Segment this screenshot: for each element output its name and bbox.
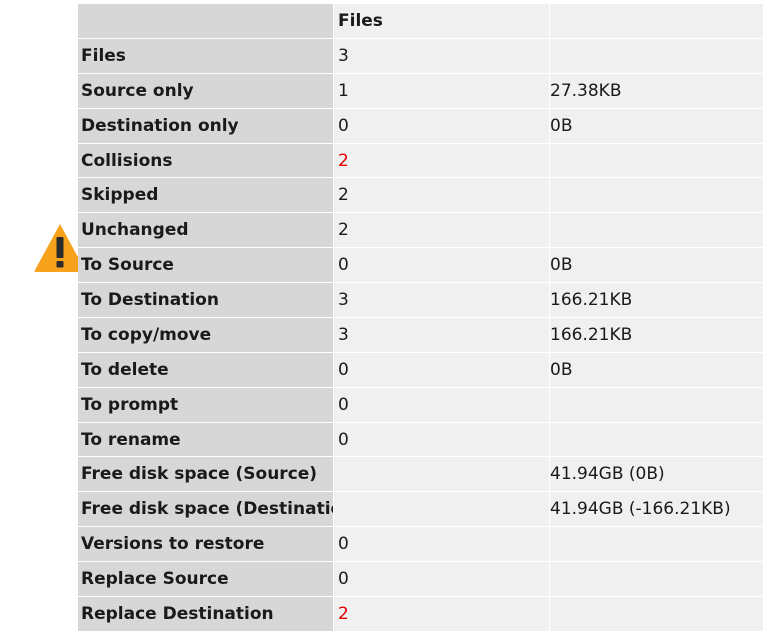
row-size-cell: 166.21KB	[550, 283, 764, 318]
row-size-cell	[550, 387, 764, 423]
table-row: Collisions 2	[78, 143, 764, 179]
row-count: 2	[334, 143, 550, 179]
table-row: To prompt 0	[78, 387, 764, 423]
row-label: Versions to restore	[78, 527, 334, 562]
row-size-cell: 27.38KB	[550, 73, 764, 109]
table-row: To Destination 3 166.21KB	[78, 283, 764, 318]
header-files-column[interactable]: Files	[334, 4, 550, 39]
row-label: Free disk space (Source)	[78, 457, 334, 493]
row-size-cell: 0B	[550, 352, 764, 388]
row-label: To rename	[78, 422, 334, 458]
row-size: 27.38KB	[550, 80, 622, 101]
row-size-cell	[550, 213, 764, 249]
table-row: Replace Destination 2	[78, 596, 764, 632]
row-count: 0	[334, 108, 550, 144]
row-count: 0	[334, 387, 550, 423]
table-row: Replace Source 0	[78, 562, 764, 597]
row-count: 0	[334, 352, 550, 388]
table-row: To copy/move 3 166.21KB	[78, 317, 764, 353]
row-count: 0	[334, 562, 550, 597]
row-count: 0	[334, 422, 550, 458]
row-label: Free disk space (Destinatic	[78, 492, 334, 528]
row-label: Replace Destination	[78, 596, 334, 632]
row-label: Source only	[78, 73, 334, 109]
row-size: 0B	[550, 359, 573, 380]
row-count: 2	[334, 178, 550, 214]
row-size-cell: 0B	[550, 248, 764, 283]
row-size: 0B	[550, 115, 573, 136]
row-label: Replace Source	[78, 562, 334, 597]
row-label: To prompt	[78, 387, 334, 423]
row-size-cell	[550, 562, 764, 597]
row-size-cell: 166.21KB	[550, 317, 764, 353]
row-label: Unchanged	[78, 213, 334, 249]
row-count: 2	[334, 213, 550, 249]
row-size-cell	[550, 527, 764, 562]
table-row: Unchanged 2	[78, 213, 764, 249]
row-size: 0B	[550, 255, 573, 276]
row-label: To delete	[78, 352, 334, 388]
row-count: 3	[334, 317, 550, 353]
statistics-grid: Files Files 3 Source only 1 27.38KB Destinati…	[78, 3, 764, 632]
grid-header-row: Files	[78, 4, 764, 39]
table-row: Free disk space (Source) 41.94GB (0B)	[78, 457, 764, 493]
row-label: To copy/move	[78, 317, 334, 353]
table-row: To Source 0 0B	[78, 248, 764, 283]
table-row: Source only 1 27.38KB	[78, 73, 764, 109]
row-size: 41.94GB (-166.21KB)	[550, 499, 731, 520]
row-count: 0	[334, 248, 550, 283]
row-label: Files	[78, 38, 334, 74]
row-size: 41.94GB (0B)	[550, 464, 665, 485]
table-row: To delete 0 0B	[78, 352, 764, 388]
row-label: Destination only	[78, 108, 334, 144]
table-row: To rename 0	[78, 422, 764, 458]
row-count: 3	[334, 283, 550, 318]
row-count: 3	[334, 38, 550, 74]
row-label: To Source	[78, 248, 334, 283]
table-row: Versions to restore 0	[78, 527, 764, 562]
row-count: 0	[334, 527, 550, 562]
row-label: Collisions	[78, 143, 334, 179]
table-row: Files 3	[78, 38, 764, 74]
row-size: 166.21KB	[550, 324, 633, 345]
row-count: 1	[334, 73, 550, 109]
row-size-cell	[550, 38, 764, 74]
row-size-cell	[550, 178, 764, 214]
header-size-column[interactable]	[550, 4, 764, 39]
row-count	[334, 492, 550, 528]
header-corner-cell	[78, 4, 334, 39]
row-size: 166.21KB	[550, 290, 633, 310]
row-size-cell: 0B	[550, 108, 764, 144]
row-size-cell: 41.94GB (0B)	[550, 457, 764, 493]
row-label: Skipped	[78, 178, 334, 214]
row-size-cell	[550, 143, 764, 179]
row-count: 2	[334, 596, 550, 632]
row-size-cell	[550, 422, 764, 458]
table-row: Free disk space (Destinatic 41.94GB (-166…	[78, 492, 764, 528]
table-row: Destination only 0 0B	[78, 108, 764, 144]
row-count	[334, 457, 550, 493]
row-size-cell	[550, 596, 764, 632]
row-size-cell: 41.94GB (-166.21KB)	[550, 492, 764, 528]
row-label: To Destination	[78, 283, 334, 318]
table-row: Skipped 2	[78, 178, 764, 214]
